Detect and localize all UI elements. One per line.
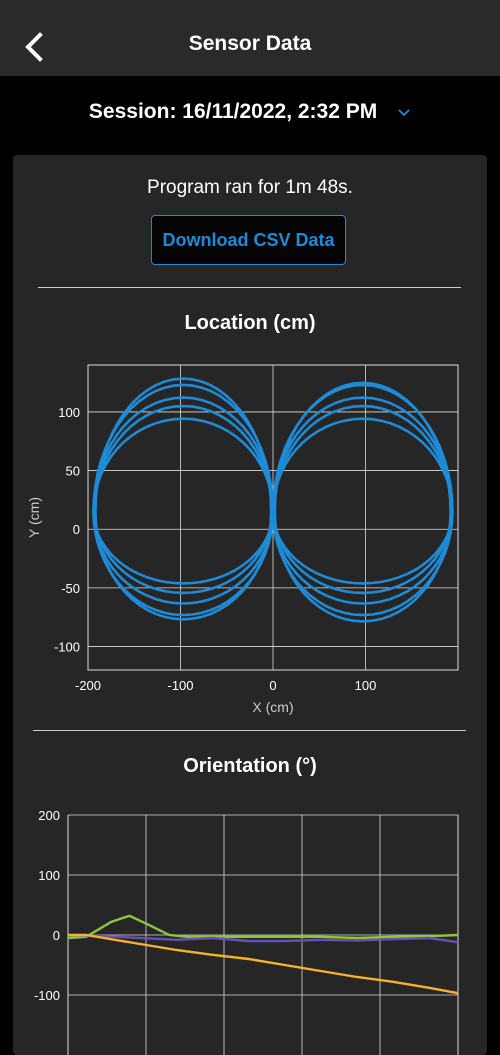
page-title: Sensor Data [188, 32, 312, 55]
divider [38, 287, 461, 288]
location-chart-title: Location (cm) [184, 312, 316, 334]
orientation-chart-title: Orientation (°) [183, 755, 317, 777]
x-tick-label: -100 [167, 678, 193, 693]
divider [33, 730, 466, 731]
session-dropdown[interactable]: Session: 16/11/2022, 2:32 PM [0, 100, 500, 124]
x-axis-label: X (cm) [252, 699, 293, 715]
orientation-series-line [68, 933, 459, 995]
y-tick-label: 0 [73, 522, 80, 537]
x-tick-label: 100 [355, 678, 377, 693]
y-tick-label: 200 [38, 808, 60, 823]
sensor-card: Program ran for 1m 48s. Download CSV Dat… [13, 155, 487, 1055]
session-label[interactable]: Session: 16/11/2022, 2:32 PM [89, 100, 377, 123]
location-chart: -200 -100 0 100 -100 -50 0 50 100 X (cm) Y (cm) [26, 364, 459, 715]
app-header: Sensor Data [0, 0, 500, 76]
chevron-down-icon[interactable] [397, 100, 411, 124]
y-tick-label: 100 [38, 868, 60, 883]
x-tick-label: -200 [75, 678, 101, 693]
y-tick-label: -50 [61, 581, 80, 596]
y-tick-label: 100 [58, 405, 80, 420]
y-tick-label: 0 [53, 928, 60, 943]
runtime-text: Program ran for 1m 48s. [147, 177, 353, 198]
y-axis-label: Y (cm) [26, 497, 42, 538]
y-tick-label: 50 [66, 464, 80, 479]
orientation-chart: -100 0 100 200 [34, 808, 459, 1055]
y-tick-label: -100 [54, 640, 80, 655]
download-csv-button[interactable]: Download CSV Data [151, 215, 346, 265]
session-bar: Session: 16/11/2022, 2:32 PM [0, 76, 500, 154]
y-tick-label: -100 [34, 988, 60, 1003]
x-tick-label: 0 [269, 678, 276, 693]
